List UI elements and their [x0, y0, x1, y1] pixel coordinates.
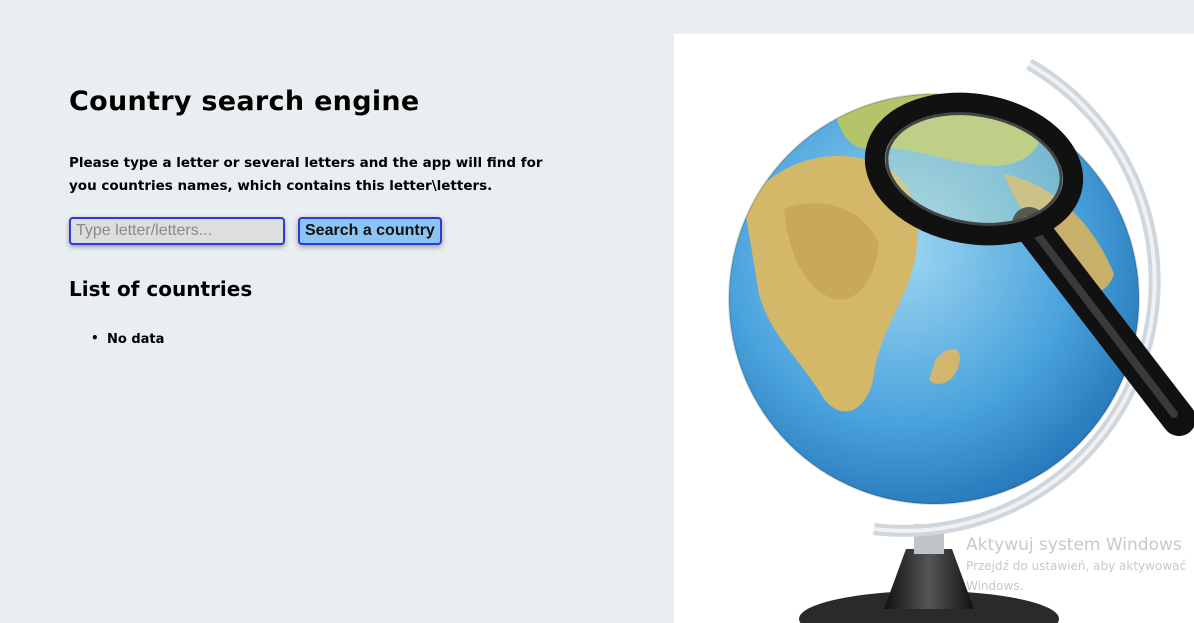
- country-list: No data: [91, 331, 165, 347]
- watermark-line1: Przejdź do ustawień, aby aktywować: [966, 559, 1187, 573]
- page-title: Country search engine: [69, 86, 420, 117]
- search-controls: Search a country: [69, 217, 442, 245]
- search-input[interactable]: [69, 217, 285, 245]
- search-country-button[interactable]: Search a country: [298, 217, 442, 245]
- page-description: Please type a letter or several letters …: [69, 155, 543, 194]
- list-heading: List of countries: [69, 277, 253, 301]
- list-item: No data: [91, 331, 165, 347]
- watermark-line2: Windows.: [966, 579, 1024, 593]
- windows-activation-watermark: Aktywuj system Windows Przejdź do ustawi…: [966, 535, 1186, 595]
- watermark-title: Aktywuj system Windows: [966, 535, 1182, 555]
